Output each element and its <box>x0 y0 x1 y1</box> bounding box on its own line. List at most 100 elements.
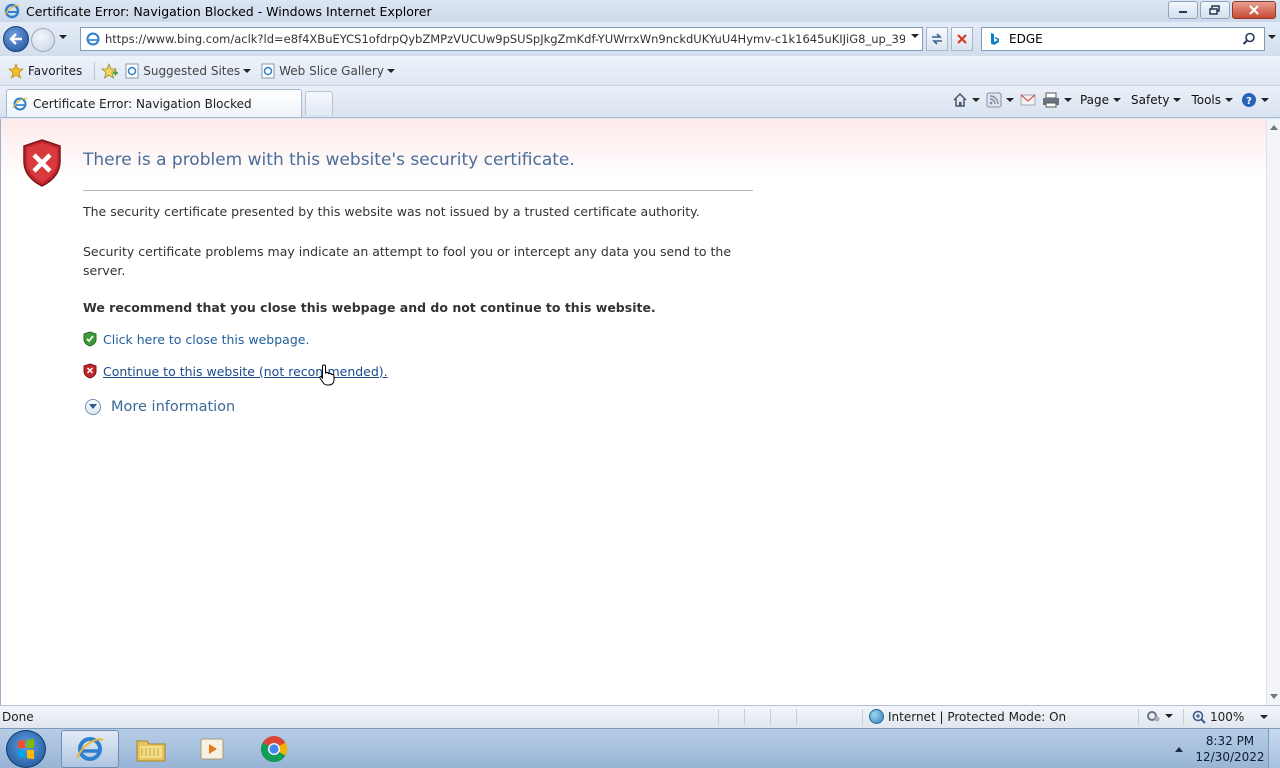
favorites-button[interactable]: Favorites <box>6 61 88 81</box>
mail-icon <box>1020 94 1036 106</box>
zoom-icon <box>1192 710 1206 724</box>
chevron-down-icon[interactable] <box>971 98 980 102</box>
chevron-down-icon <box>1261 98 1269 102</box>
ie-logo-icon <box>4 3 20 19</box>
chevron-down-icon <box>1260 715 1269 719</box>
status-divider <box>718 709 719 725</box>
status-text: Done <box>2 710 34 724</box>
show-hidden-icons-icon[interactable] <box>1175 746 1183 752</box>
search-icon[interactable] <box>1242 32 1256 46</box>
suggested-sites-link[interactable]: Suggested Sites <box>125 63 252 79</box>
search-box[interactable] <box>981 27 1265 51</box>
restore-icon <box>1209 5 1220 15</box>
vertical-scrollbar[interactable] <box>1266 119 1280 705</box>
window-controls <box>1168 1 1276 19</box>
close-webpage-link[interactable]: Click here to close this webpage. <box>103 332 309 347</box>
chevron-down-icon <box>386 68 395 73</box>
hand-cursor-icon <box>319 364 335 386</box>
status-divider <box>1183 709 1184 725</box>
search-options-dropdown[interactable] <box>1268 35 1276 39</box>
rss-icon <box>986 92 1002 108</box>
gear-icon <box>1147 711 1160 722</box>
chevron-down-icon <box>1165 714 1173 718</box>
tab-label: Certificate Error: Navigation Blocked <box>33 96 252 111</box>
globe-icon <box>869 709 884 724</box>
continue-to-website-link[interactable]: Continue to this website (not recommende… <box>103 364 388 379</box>
refresh-icon <box>932 33 942 45</box>
scroll-up-icon[interactable] <box>1270 125 1278 130</box>
stop-button[interactable] <box>951 27 973 51</box>
close-window-button[interactable] <box>1232 1 1276 19</box>
tab-certificate-error[interactable]: Certificate Error: Navigation Blocked <box>6 89 302 117</box>
certificate-description: The security certificate presented by th… <box>83 204 700 219</box>
minimize-icon <box>1179 11 1187 13</box>
print-button[interactable] <box>1041 92 1073 108</box>
window-title: Certificate Error: Navigation Blocked - … <box>26 3 432 19</box>
page-menu[interactable]: Page <box>1077 93 1124 107</box>
error-shield-icon <box>23 139 61 187</box>
media-player-icon <box>200 738 224 760</box>
header-glow <box>1 119 1266 179</box>
taskbar-file-explorer[interactable] <box>122 730 180 768</box>
address-bar[interactable] <box>80 27 923 51</box>
address-input[interactable] <box>105 32 905 46</box>
tools-menu-label: Tools <box>1191 93 1221 107</box>
ie-page-icon <box>125 63 139 78</box>
forward-button[interactable] <box>31 28 55 52</box>
address-dropdown[interactable] <box>911 34 919 38</box>
start-button[interactable] <box>6 730 46 768</box>
status-divider <box>1138 709 1139 725</box>
web-slice-gallery-label: Web Slice Gallery <box>279 63 384 78</box>
print-icon <box>1042 92 1059 108</box>
chevron-down-icon[interactable] <box>1005 98 1014 102</box>
chrome-icon <box>260 736 288 763</box>
zoom-level[interactable]: 100% <box>1192 710 1269 724</box>
page-icon <box>86 32 100 46</box>
search-input[interactable] <box>1009 32 1229 46</box>
star-icon <box>8 62 24 79</box>
safety-menu-label: Safety <box>1131 93 1170 107</box>
status-divider <box>744 709 745 725</box>
taskbar-internet-explorer[interactable] <box>61 730 119 768</box>
refresh-button[interactable] <box>926 27 948 51</box>
feeds-button[interactable] <box>985 92 1015 108</box>
status-divider <box>770 709 771 725</box>
continue-option: Continue to this website (not recommende… <box>83 363 388 379</box>
help-menu[interactable]: ? <box>1240 92 1270 108</box>
title-bar: Certificate Error: Navigation Blocked - … <box>0 0 1280 22</box>
back-button[interactable] <box>3 26 29 52</box>
favorites-label: Favorites <box>28 63 83 78</box>
minimize-button[interactable] <box>1168 1 1198 19</box>
security-zone[interactable]: Internet | Protected Mode: On <box>869 709 1066 724</box>
clock[interactable]: 8:32 PM 12/30/2022 <box>1195 733 1265 765</box>
command-bar: Page Safety Tools ? <box>951 92 1270 108</box>
help-icon: ? <box>1242 93 1256 107</box>
more-information-label: More information <box>111 399 236 415</box>
scroll-down-icon[interactable] <box>1270 694 1278 699</box>
show-desktop-button[interactable] <box>1268 729 1280 768</box>
home-button[interactable] <box>951 92 981 108</box>
close-icon <box>1249 5 1259 15</box>
taskbar-chrome[interactable] <box>245 730 303 768</box>
bing-icon <box>987 31 1003 47</box>
zone-label: Internet | Protected Mode: On <box>888 709 1067 724</box>
safety-menu[interactable]: Safety <box>1128 93 1184 107</box>
restore-button[interactable] <box>1200 1 1230 19</box>
suggested-sites-label: Suggested Sites <box>143 63 241 78</box>
chevron-down-icon[interactable] <box>1063 98 1072 102</box>
web-slice-gallery-link[interactable]: Web Slice Gallery <box>261 63 395 79</box>
tools-menu[interactable]: Tools <box>1188 93 1236 107</box>
more-information-toggle[interactable]: More information <box>85 399 235 415</box>
manage-addons-button[interactable] <box>1145 709 1173 723</box>
ie-logo-icon <box>12 97 28 110</box>
close-webpage-option: Click here to close this webpage. <box>83 331 309 347</box>
stop-icon <box>957 34 967 44</box>
page-title: There is a problem with this website's s… <box>83 150 575 170</box>
new-tab-button[interactable] <box>305 91 333 115</box>
read-mail-button[interactable] <box>1019 93 1037 107</box>
home-icon <box>953 92 967 107</box>
add-to-favorites-bar-icon[interactable] <box>101 62 119 79</box>
taskbar-media-player[interactable] <box>183 730 241 768</box>
security-warning-text: Security certificate problems may indica… <box>83 244 732 278</box>
recent-pages-dropdown[interactable] <box>59 35 67 39</box>
